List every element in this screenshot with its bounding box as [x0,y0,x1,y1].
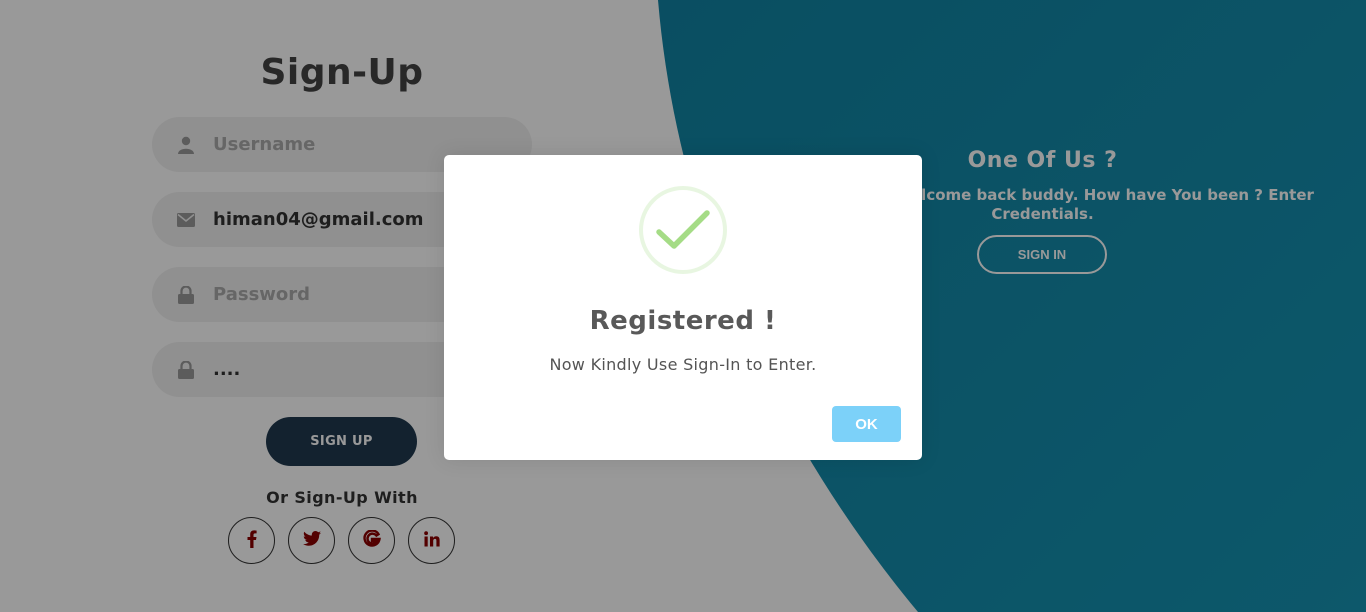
page: One Of Us ? Welcome back buddy. How have… [0,0,1366,612]
success-dialog: Registered ! Now Kindly Use Sign-In to E… [444,155,922,460]
ok-button[interactable]: OK [832,406,901,442]
dialog-message: Now Kindly Use Sign-In to Enter. [549,355,817,374]
dialog-title: Registered ! [589,306,777,336]
success-check-icon [639,186,727,274]
